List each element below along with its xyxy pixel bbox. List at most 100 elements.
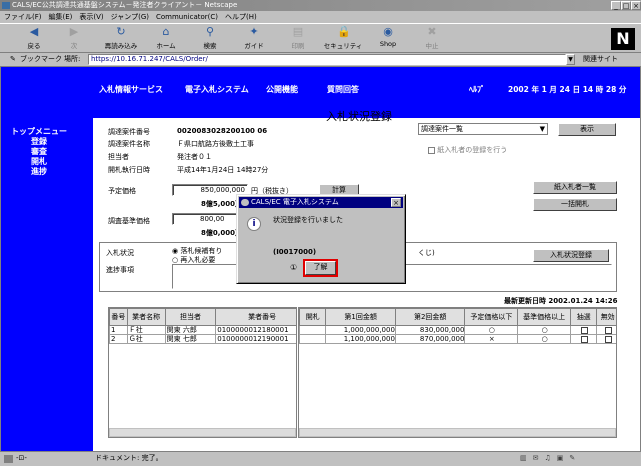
home-button[interactable]: ⌂ ホーム [146, 26, 186, 52]
window-title-bar: CALS/EC公共調達共通基盤システム－発注者クライアント－ Netscape … [0, 0, 641, 11]
paper-bidder-list-button[interactable]: 紙入札者一覧 [533, 181, 617, 194]
stop-icon: ✖ [427, 25, 437, 38]
table-row[interactable]: 1 Ｆ社 関東 六郎 0100000012180001 [109, 325, 296, 335]
status-register-button[interactable]: 入札状況登録 [533, 249, 609, 262]
col-round1: 第1回金額 [325, 308, 396, 326]
guide-button[interactable]: ✦ ガイド [234, 26, 274, 52]
invalid-checkbox[interactable] [604, 326, 612, 334]
nav-e-bidding[interactable]: 電子入札システム [185, 84, 249, 95]
table-row[interactable]: 1,100,000,000 870,000,000 × ○ [299, 334, 616, 344]
window-title: CALS/EC公共調達共通基盤システム－発注者クライアント－ Netscape [12, 1, 238, 9]
col-round2: 第2回金額 [394, 308, 466, 326]
menu-file[interactable]: ファイル(F) [4, 13, 42, 21]
dialog-code: (I0017000) [273, 248, 317, 256]
top-nav: 入札情報サービス 電子入札システム 公開機能 質問回答 ﾍﾙﾌﾟ 2002 年 … [1, 67, 640, 118]
forward-button[interactable]: ▶ 次 [54, 26, 94, 52]
lottery-checkbox[interactable] [580, 335, 588, 343]
left-table-scrollbar[interactable] [109, 428, 296, 437]
search-icon: ⚲ [205, 25, 215, 38]
menu-view[interactable]: 表示(V) [79, 13, 103, 21]
search-button[interactable]: ⚲ 検索 [190, 26, 230, 52]
page-title: 入札状況登録 [326, 110, 392, 123]
url-dropdown-button[interactable]: ▼ [566, 54, 575, 65]
print-button[interactable]: ▤ 印刷 [278, 26, 318, 52]
current-datetime: 2002 年 1 月 24 日 14 時 28 分 [508, 85, 627, 94]
security-icon: 🔒 [337, 25, 351, 38]
menu-edit[interactable]: 編集(E) [49, 13, 73, 21]
bid-status-label: 入札状況 [106, 249, 134, 257]
side-nav: トップメニュー 登録 審査 開札 進捗 [1, 67, 93, 451]
planned-price-label: 予定価格 [108, 187, 136, 195]
ok-button[interactable]: 了解 [303, 259, 338, 277]
shop-button[interactable]: ◉ Shop [368, 26, 408, 52]
lottery-checkbox[interactable] [580, 326, 588, 334]
open-datetime-label: 開札執行日時 [108, 166, 150, 174]
back-button[interactable]: ◀ 戻る [14, 26, 54, 52]
navigation-toolbar: ◀ 戻る ▶ 次 ↻ 再読み込み ⌂ ホーム ⚲ 検索 ✦ ガイド ▤ 印刷 🔒 セキュリティ … [0, 23, 641, 53]
staff-label: 担当者 [108, 153, 129, 161]
bid-amount-table: 開札 第1回金額 第2回金額 予定価格以下 基準価格以上 抽選 無効 1,000… [299, 308, 616, 344]
security-lock-icon [4, 455, 13, 463]
nav-qa[interactable]: 質問回答 [327, 84, 359, 95]
base-price-label: 調査基準価格 [108, 217, 150, 225]
col-company: 業者名称 [126, 308, 166, 326]
progress-label: 進捗事項 [106, 266, 134, 274]
location-bar: ✎ ブックマーク 場所: https://10.16.71.247/CALS/O… [0, 53, 641, 66]
menu-communicator[interactable]: Communicator(C) [156, 13, 218, 21]
security-button[interactable]: 🔒 セキュリティ [318, 26, 368, 52]
display-button[interactable]: 表示 [558, 123, 616, 136]
component-bar-icons[interactable]: ▥✉♫▣✎ [520, 452, 581, 465]
maximize-button[interactable]: □ [621, 1, 631, 10]
side-progress[interactable]: 進捗 [11, 167, 67, 177]
staff-value: 発注者０１ [177, 153, 212, 161]
bulk-open-button[interactable]: 一括開札 [533, 198, 617, 211]
menu-go[interactable]: ジャンプ(G) [111, 13, 149, 21]
side-open[interactable]: 開札 [11, 157, 67, 167]
menu-help[interactable]: ヘルプ(H) [225, 13, 257, 21]
case-name-label: 調達案件名称 [108, 140, 150, 148]
side-top-menu[interactable]: トップメニュー [11, 127, 67, 137]
forward-icon: ▶ [69, 25, 79, 38]
invalid-checkbox[interactable] [604, 335, 612, 343]
connection-icon: -⊡- [16, 454, 27, 462]
bookmarks-button[interactable]: ブックマーク [20, 53, 62, 65]
nav-help[interactable]: ﾍﾙﾌﾟ [469, 84, 485, 95]
open-datetime-value: 平成14年1月24日 14時27分 [177, 166, 269, 174]
status-bar: -⊡- ドキュメント: 完了。 ▥✉♫▣✎ [0, 452, 641, 466]
side-register[interactable]: 登録 [11, 137, 67, 147]
col-below-planned: 予定価格以下 [464, 308, 519, 326]
related-sites-button[interactable]: 関連サイト [583, 53, 618, 65]
col-open: 開札 [299, 308, 327, 326]
col-staff: 担当者 [164, 308, 217, 326]
paper-bidder-option[interactable]: 紙入札者の登録を行う [428, 145, 507, 155]
right-table-scrollbar[interactable] [299, 428, 616, 437]
alert-dialog: CALS/EC 電子入札システム × i 状況登録を行いました (I001700… [236, 194, 406, 284]
col-company-id: 業者番号 [215, 308, 296, 326]
bid-amount-table-panel: 開札 第1回金額 第2回金額 予定価格以下 基準価格以上 抽選 無効 1,000… [298, 307, 617, 438]
close-window-button[interactable]: × [631, 1, 641, 10]
ok-step-marker: ① [290, 263, 298, 272]
reload-button[interactable]: ↻ 再読み込み [96, 26, 146, 52]
dialog-close-button[interactable]: × [391, 198, 401, 207]
nav-bid-info[interactable]: 入札情報サービス [99, 84, 163, 95]
case-number-label: 調達案件番号 [108, 128, 150, 136]
minimize-button[interactable]: _ [611, 1, 621, 10]
table-row[interactable]: 2 Ｇ社 関東 七郎 0100000012190001 [109, 334, 296, 344]
side-review[interactable]: 審査 [11, 147, 67, 157]
case-list-select[interactable]: 調達案件一覧 ▼ [418, 123, 548, 135]
chevron-down-icon: ▼ [539, 125, 545, 133]
col-number: 番号 [109, 308, 128, 326]
nav-public[interactable]: 公開機能 [266, 84, 298, 95]
home-icon: ⌂ [162, 25, 170, 38]
netscape-logo: N [611, 28, 635, 50]
guide-icon: ✦ [249, 25, 259, 38]
col-invalid: 無効 [596, 308, 616, 326]
url-input[interactable]: https://10.16.71.247/CALS/Order/ [88, 54, 566, 65]
table-row[interactable]: 1,000,000,000 830,000,000 ○ ○ [299, 325, 616, 335]
dialog-app-icon [241, 199, 249, 206]
bidder-table-panel: 番号 業者名称 担当者 業者番号 1 Ｆ社 関東 六郎 010000001218… [108, 307, 297, 438]
paper-bidder-checkbox[interactable] [428, 146, 435, 154]
stop-button[interactable]: ✖ 中止 [412, 26, 452, 52]
case-number-value: 0020083028200100 06 [177, 127, 268, 135]
bookmark-icon: ✎ [10, 55, 16, 63]
